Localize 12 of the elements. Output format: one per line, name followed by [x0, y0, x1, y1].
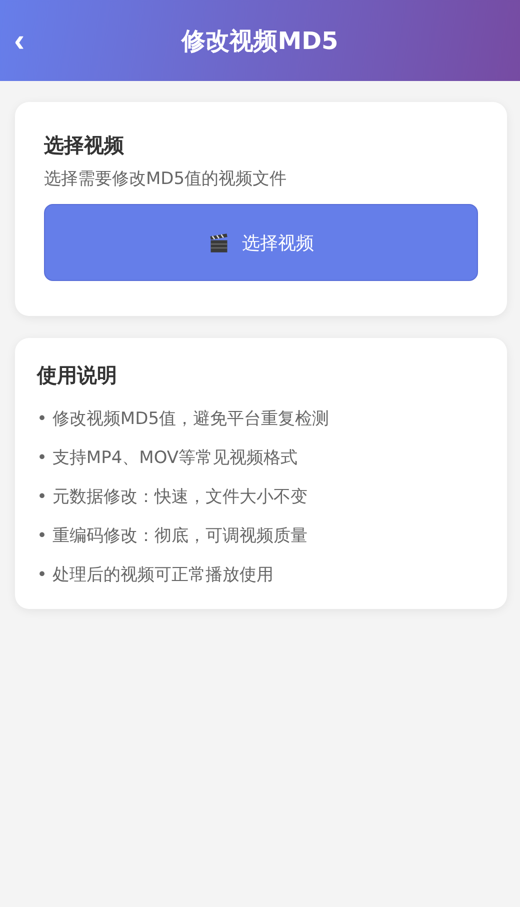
- section-title: 使用说明: [37, 362, 117, 389]
- instruction-item: • 元数据修改：快速，文件大小不变: [37, 486, 308, 509]
- page-title: 修改视频MD5: [182, 26, 338, 56]
- back-button[interactable]: ‹: [10, 22, 29, 58]
- instruction-item: • 处理后的视频可正常播放使用: [37, 564, 274, 587]
- instruction-item: • 重编码修改：彻底，可调视频质量: [37, 525, 308, 548]
- instruction-item: • 支持MP4、MOV等常见视频格式: [37, 447, 298, 470]
- clapperboard-icon: [208, 232, 230, 254]
- section-subtitle: 选择需要修改MD5值的视频文件: [44, 168, 287, 190]
- section-title: 选择视频: [44, 132, 124, 159]
- select-video-button[interactable]: 选择视频: [44, 204, 478, 281]
- instruction-item: • 修改视频MD5值，避免平台重复检测: [37, 408, 330, 431]
